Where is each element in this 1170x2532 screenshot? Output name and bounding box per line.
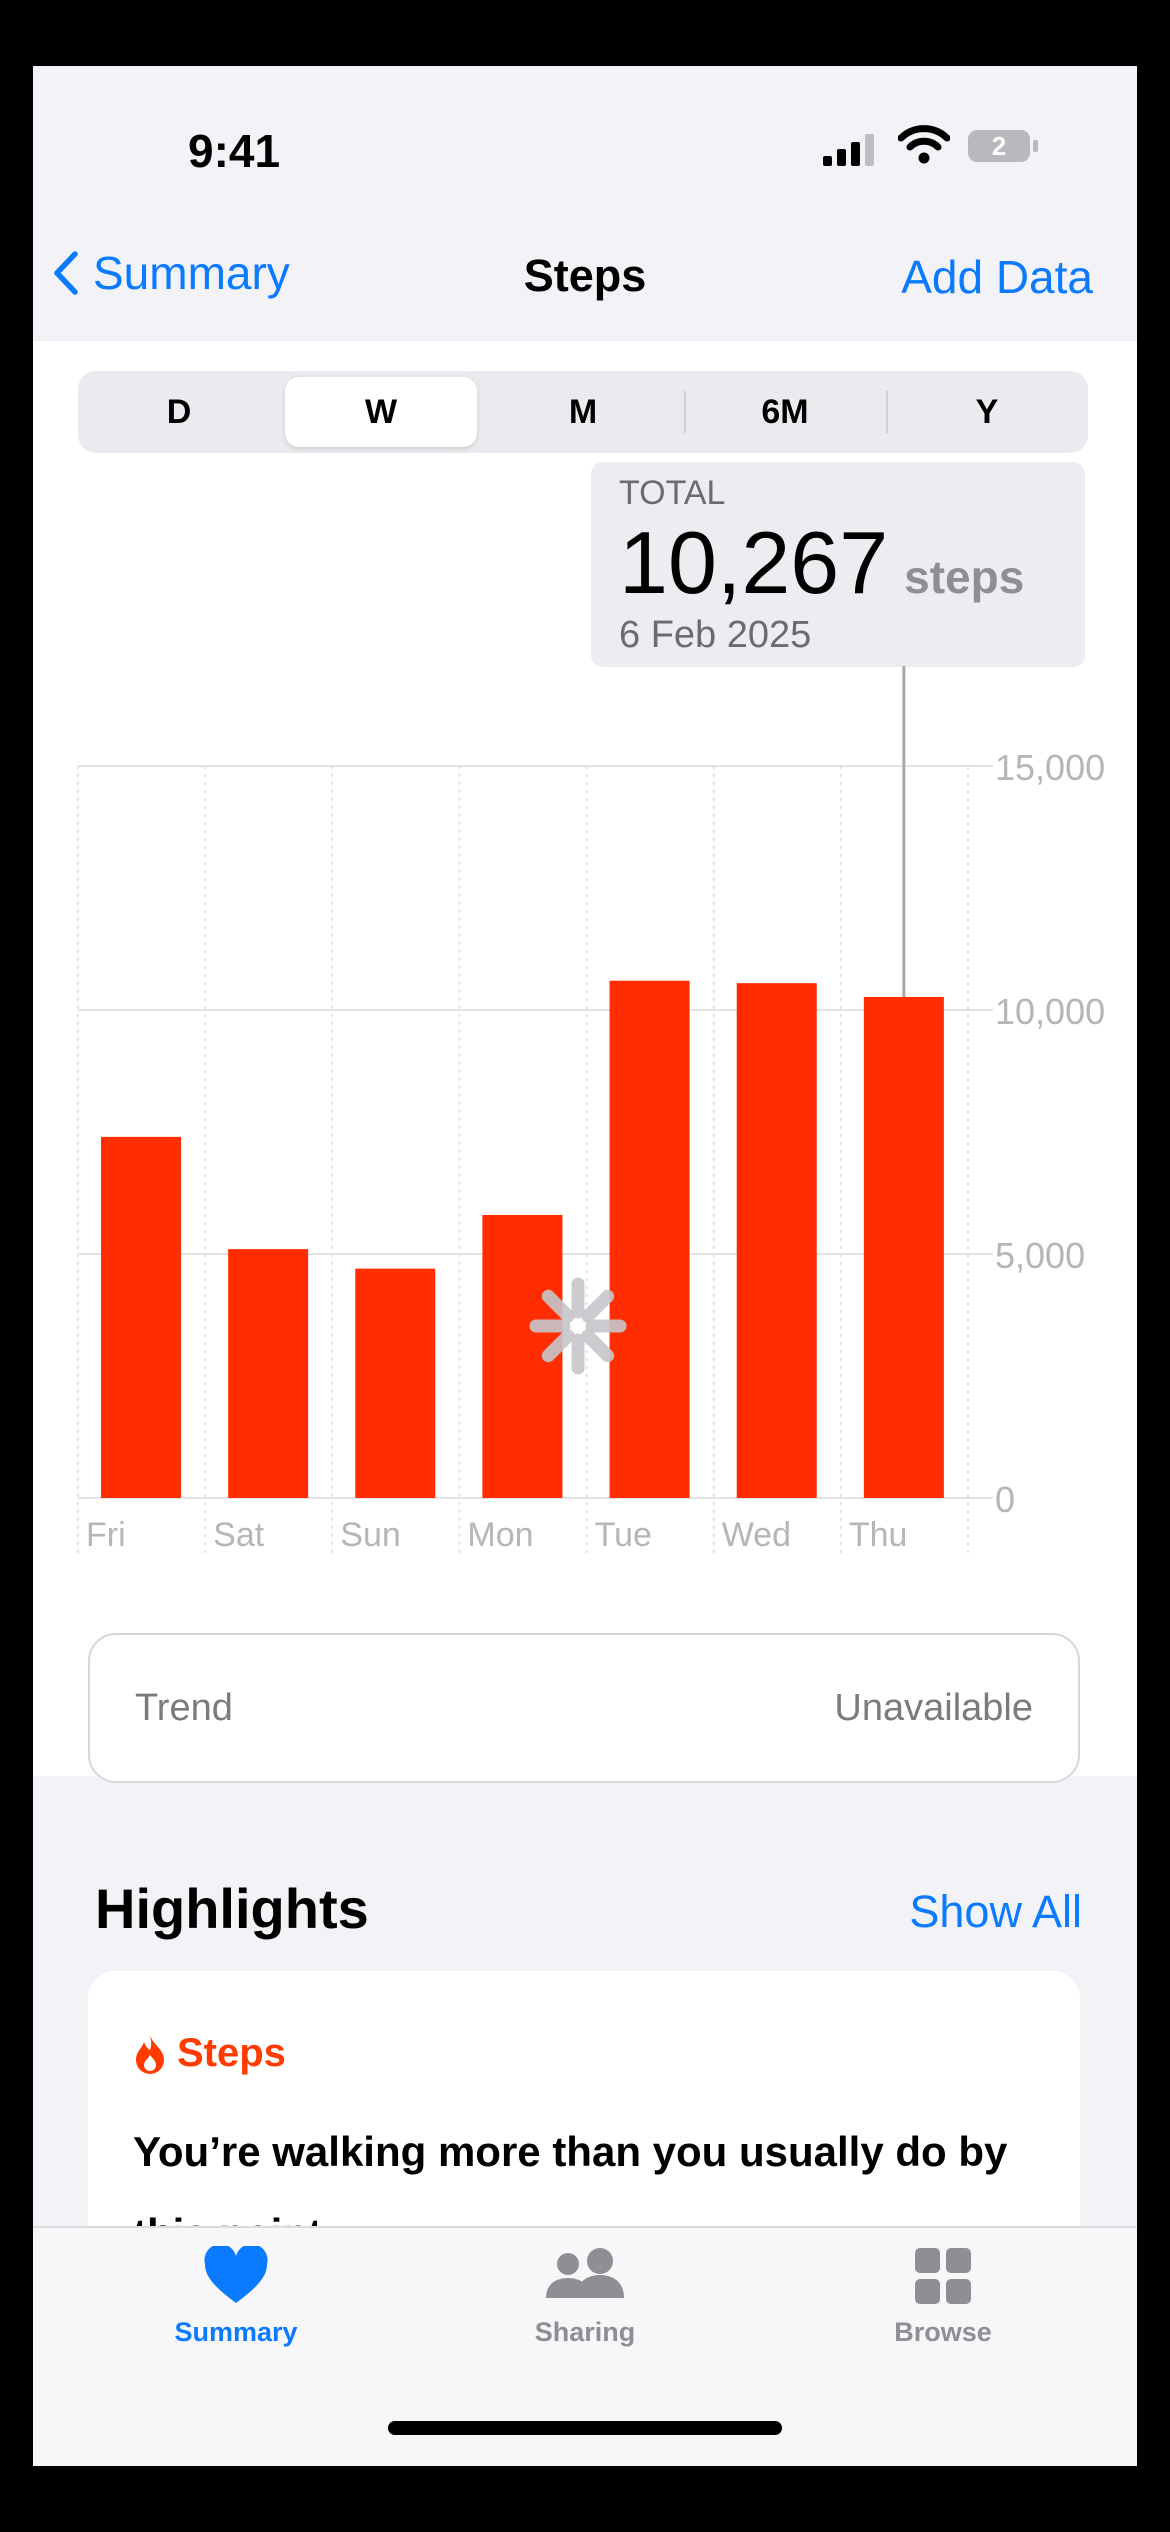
steps-bar-chart[interactable]: 15,000 10,000 5,000 0 Fri Sat Sun Mon Tue Wed Thu <box>33 666 1137 1566</box>
chart-bar <box>863 996 944 1498</box>
tab-browse-label: Browse <box>894 2317 992 2347</box>
tab-sharing-label: Sharing <box>534 2317 636 2347</box>
grid-icon <box>915 2248 971 2304</box>
tab-summary-label: Summary <box>174 2317 298 2347</box>
tab-sharing[interactable]: Sharing <box>475 2246 695 2348</box>
x-tick-label: Sat <box>213 1516 265 1554</box>
wifi-icon <box>898 125 950 164</box>
segment-6-months[interactable]: 6M <box>684 371 886 453</box>
heart-icon <box>204 2243 268 2303</box>
x-tick-label: Tue <box>595 1516 652 1554</box>
trend-row[interactable]: Trend Unavailable <box>88 1633 1080 1783</box>
tab-browse[interactable]: Browse <box>833 2246 1053 2348</box>
highlight-category: Steps <box>133 2031 286 2076</box>
chart-bar <box>355 1268 436 1498</box>
trend-label: Trend <box>135 1687 233 1729</box>
battery-level: 2 <box>991 131 1007 161</box>
x-tick-label: Wed <box>722 1516 791 1554</box>
segment-day[interactable]: D <box>78 371 280 453</box>
screen: 9:41 2 Summary Steps Add Data D W M 6M Y… <box>33 66 1137 2466</box>
callout-date: 6 Feb 2025 <box>619 614 812 656</box>
segment-year[interactable]: Y <box>886 371 1088 453</box>
callout-label: TOTAL <box>619 474 726 512</box>
segment-month[interactable]: M <box>482 371 684 453</box>
x-tick-label: Mon <box>467 1516 533 1554</box>
loading-spinner-spoke <box>581 1329 615 1363</box>
chart-bar <box>609 980 690 1498</box>
chart-bar <box>228 1249 309 1498</box>
cellular-signal-icon <box>823 134 874 166</box>
y-tick-label: 10,000 <box>995 991 1105 1032</box>
y-tick-label: 5,000 <box>995 1235 1085 1276</box>
add-data-button[interactable]: Add Data <box>901 250 1093 304</box>
selection-callout: TOTAL 10,267 steps 6 Feb 2025 <box>591 462 1085 667</box>
people-icon <box>546 2248 624 2298</box>
time-range-segmented-control: D W M 6M Y <box>78 371 1088 453</box>
callout-value: 10,267 <box>619 513 889 612</box>
battery-tip <box>1033 140 1038 152</box>
home-indicator <box>388 2421 782 2435</box>
show-all-link[interactable]: Show All <box>909 1886 1082 1938</box>
loading-spinner-spoke <box>581 1289 615 1323</box>
chart-bar <box>101 1136 181 1498</box>
battery-icon: 2 <box>968 130 1030 162</box>
highlights-title: Highlights <box>95 1877 369 1940</box>
status-time: 9:41 <box>188 125 281 177</box>
x-tick-label: Fri <box>86 1516 126 1554</box>
segment-week[interactable]: W <box>285 377 477 447</box>
callout-value-row: 10,267 steps <box>619 512 1024 614</box>
y-tick-label: 0 <box>995 1479 1015 1520</box>
trend-value: Unavailable <box>834 1687 1033 1729</box>
flame-icon <box>136 2034 164 2074</box>
callout-unit: steps <box>904 551 1025 603</box>
y-tick-label: 15,000 <box>995 747 1105 788</box>
chart-bar <box>736 983 817 1498</box>
x-tick-label: Sun <box>340 1516 401 1554</box>
highlight-category-label: Steps <box>177 2031 286 2075</box>
tab-summary[interactable]: Summary <box>126 2243 346 2348</box>
x-tick-label: Thu <box>849 1516 908 1554</box>
